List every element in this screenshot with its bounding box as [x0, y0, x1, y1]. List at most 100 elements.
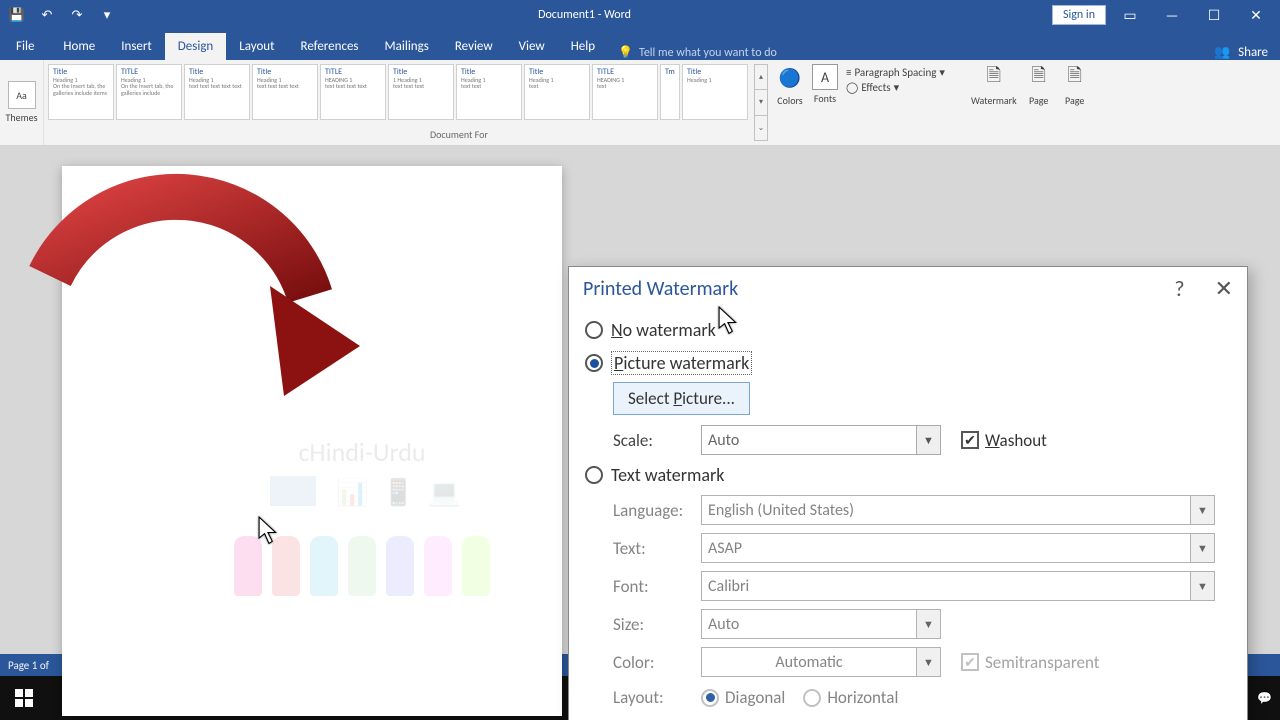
fonts-button[interactable]: A Fonts [812, 64, 838, 105]
text-input[interactable] [702, 539, 1190, 558]
themes-icon: Aa [8, 81, 36, 109]
page-borders-icon: 🗎 [1061, 64, 1089, 92]
language-combo[interactable]: ▼ [701, 495, 1215, 525]
scale-input[interactable] [702, 431, 916, 450]
tab-help[interactable]: Help [558, 33, 608, 60]
radio-icon [585, 466, 603, 484]
chevron-down-icon[interactable]: ▼ [916, 426, 940, 454]
style-card[interactable]: TITLEHEADING 1text [592, 64, 658, 120]
lightbulb-icon: 💡 [618, 45, 633, 60]
ribbon-design: Aa Themes TitleHeading 1On the Insert ta… [0, 60, 1280, 146]
colors-label: Colors [777, 94, 802, 107]
close-icon[interactable]: ✕ [1238, 1, 1274, 29]
page-color-label: Page [1029, 94, 1048, 107]
tray-notifications-icon[interactable]: 💬 [1257, 691, 1272, 706]
language-input[interactable] [702, 501, 1190, 520]
save-icon[interactable]: 💾 [7, 5, 27, 25]
washout-checkbox[interactable]: ✔ [961, 431, 979, 449]
select-picture-button[interactable]: Select Picture... [613, 382, 750, 415]
style-card[interactable]: TitleHeading 1text text [456, 64, 522, 120]
paragraph-spacing-button[interactable]: ≡ Paragraph Spacing ▾ [846, 66, 945, 79]
document-formatting-gallery[interactable]: TitleHeading 1On the Insert tab, the gal… [44, 60, 752, 145]
style-card[interactable]: TITLEHeading 1On the Insert tab, the gal… [116, 64, 182, 120]
tab-design[interactable]: Design [165, 33, 226, 60]
word-application: 💾 ↶ ↷ ▾ Document1 - Word Sign in ▭ — ☐ ✕… [0, 0, 1280, 676]
chevron-down-icon[interactable]: ▼ [1190, 572, 1214, 600]
watermark-text: cHindi-Urdu [192, 436, 532, 468]
chevron-down-icon[interactable]: ▼ [916, 610, 940, 638]
effects-button[interactable]: ◯ Effects ▾ [846, 81, 945, 94]
document-area[interactable]: cHindi-Urdu 📊 📱 💻 [0, 146, 1280, 654]
style-card[interactable]: TitleHeading 1text [524, 64, 590, 120]
layout-horizontal-radio: Horizontal [803, 687, 898, 708]
tab-insert[interactable]: Insert [108, 33, 165, 60]
size-combo[interactable]: ▼ [701, 609, 941, 639]
text-combo[interactable]: ▼ [701, 533, 1215, 563]
page-borders-button[interactable]: 🗎 Page [1061, 64, 1089, 107]
page-color-button[interactable]: 🗎 Page [1025, 64, 1053, 107]
sign-in-button[interactable]: Sign in [1052, 5, 1106, 25]
radio-picture-watermark[interactable]: Picture watermark [585, 346, 1231, 380]
undo-icon[interactable]: ↶ [37, 5, 57, 25]
style-card[interactable]: Tm [660, 64, 680, 120]
tab-references[interactable]: References [288, 33, 372, 60]
watermark-icon: 🗎 [980, 64, 1008, 92]
language-label: Language: [585, 500, 685, 521]
watermark-preview: cHindi-Urdu 📊 📱 💻 [192, 436, 532, 636]
size-input[interactable] [702, 615, 916, 634]
tab-view[interactable]: View [506, 33, 558, 60]
style-card[interactable]: TitleHeading 1On the Insert tab, the gal… [48, 64, 114, 120]
tab-home[interactable]: Home [50, 33, 108, 60]
tab-file[interactable]: File [0, 33, 50, 60]
fonts-icon: A [812, 64, 838, 90]
chevron-down-icon[interactable]: ▼ [1190, 496, 1214, 524]
style-card[interactable]: Title1 Heading 1text text text [388, 64, 454, 120]
layout-diagonal-radio: Diagonal [701, 687, 785, 708]
ribbon-tabs: File Home Insert Design Layout Reference… [0, 30, 1280, 60]
scale-combo[interactable]: ▼ [701, 425, 941, 455]
printed-watermark-dialog: Printed Watermark ? ✕ No watermark Pictu… [568, 266, 1248, 720]
tell-me-search[interactable]: 💡 Tell me what you want to do [608, 45, 787, 60]
watermark-button[interactable]: 🗎 Watermark [971, 64, 1017, 107]
help-icon[interactable]: ? [1174, 275, 1184, 302]
radio-no-watermark[interactable]: No watermark [585, 314, 1231, 346]
style-card[interactable]: TitleHeading 1 [682, 64, 748, 120]
radio-text-watermark[interactable]: Text watermark [585, 459, 1231, 491]
color-input[interactable] [702, 653, 916, 672]
maximize-icon[interactable]: ☐ [1196, 1, 1232, 29]
chevron-down-icon[interactable]: ▼ [1190, 534, 1214, 562]
gallery-expand-icon[interactable]: ▴▾⌄ [754, 64, 768, 141]
page-borders-label: Page [1065, 94, 1084, 107]
text-label: Text: [585, 538, 685, 559]
start-button[interactable] [0, 676, 48, 720]
qat-dropdown-icon[interactable]: ▾ [97, 5, 117, 25]
themes-button[interactable]: Aa Themes [0, 60, 44, 145]
scale-label: Scale: [585, 430, 685, 451]
style-card[interactable]: TITLEHEADING 1text text text text [320, 64, 386, 120]
tell-me-placeholder: Tell me what you want to do [639, 46, 777, 60]
redo-icon[interactable]: ↷ [67, 5, 87, 25]
font-label: Font: [585, 576, 685, 597]
colors-button[interactable]: 🔵 Colors [776, 64, 804, 107]
themes-label: Themes [6, 111, 38, 124]
washout-label: ashout [1000, 430, 1047, 451]
dialog-close-icon[interactable]: ✕ [1215, 275, 1233, 302]
color-combo[interactable]: ▼ [701, 647, 941, 677]
size-label: Size: [585, 614, 685, 635]
tab-review[interactable]: Review [442, 33, 506, 60]
font-input[interactable] [702, 577, 1190, 596]
ribbon-options-icon[interactable]: ▭ [1112, 1, 1148, 29]
minimize-icon[interactable]: — [1154, 1, 1190, 29]
chevron-down-icon[interactable]: ▼ [916, 648, 940, 676]
page-indicator[interactable]: Page 1 of [8, 659, 49, 672]
group-label-document-formatting: Document For [430, 128, 488, 141]
style-card[interactable]: TitleHeading 1text text text text text [184, 64, 250, 120]
watermark-label: Watermark [971, 94, 1017, 107]
tab-layout[interactable]: Layout [226, 33, 287, 60]
style-card[interactable]: TitleHeading 1text text text text [252, 64, 318, 120]
font-combo[interactable]: ▼ [701, 571, 1215, 601]
share-button[interactable]: Share [1238, 45, 1268, 60]
color-label: Color: [585, 652, 685, 673]
document-title: Document1 - Word [117, 8, 1052, 22]
tab-mailings[interactable]: Mailings [372, 33, 442, 60]
